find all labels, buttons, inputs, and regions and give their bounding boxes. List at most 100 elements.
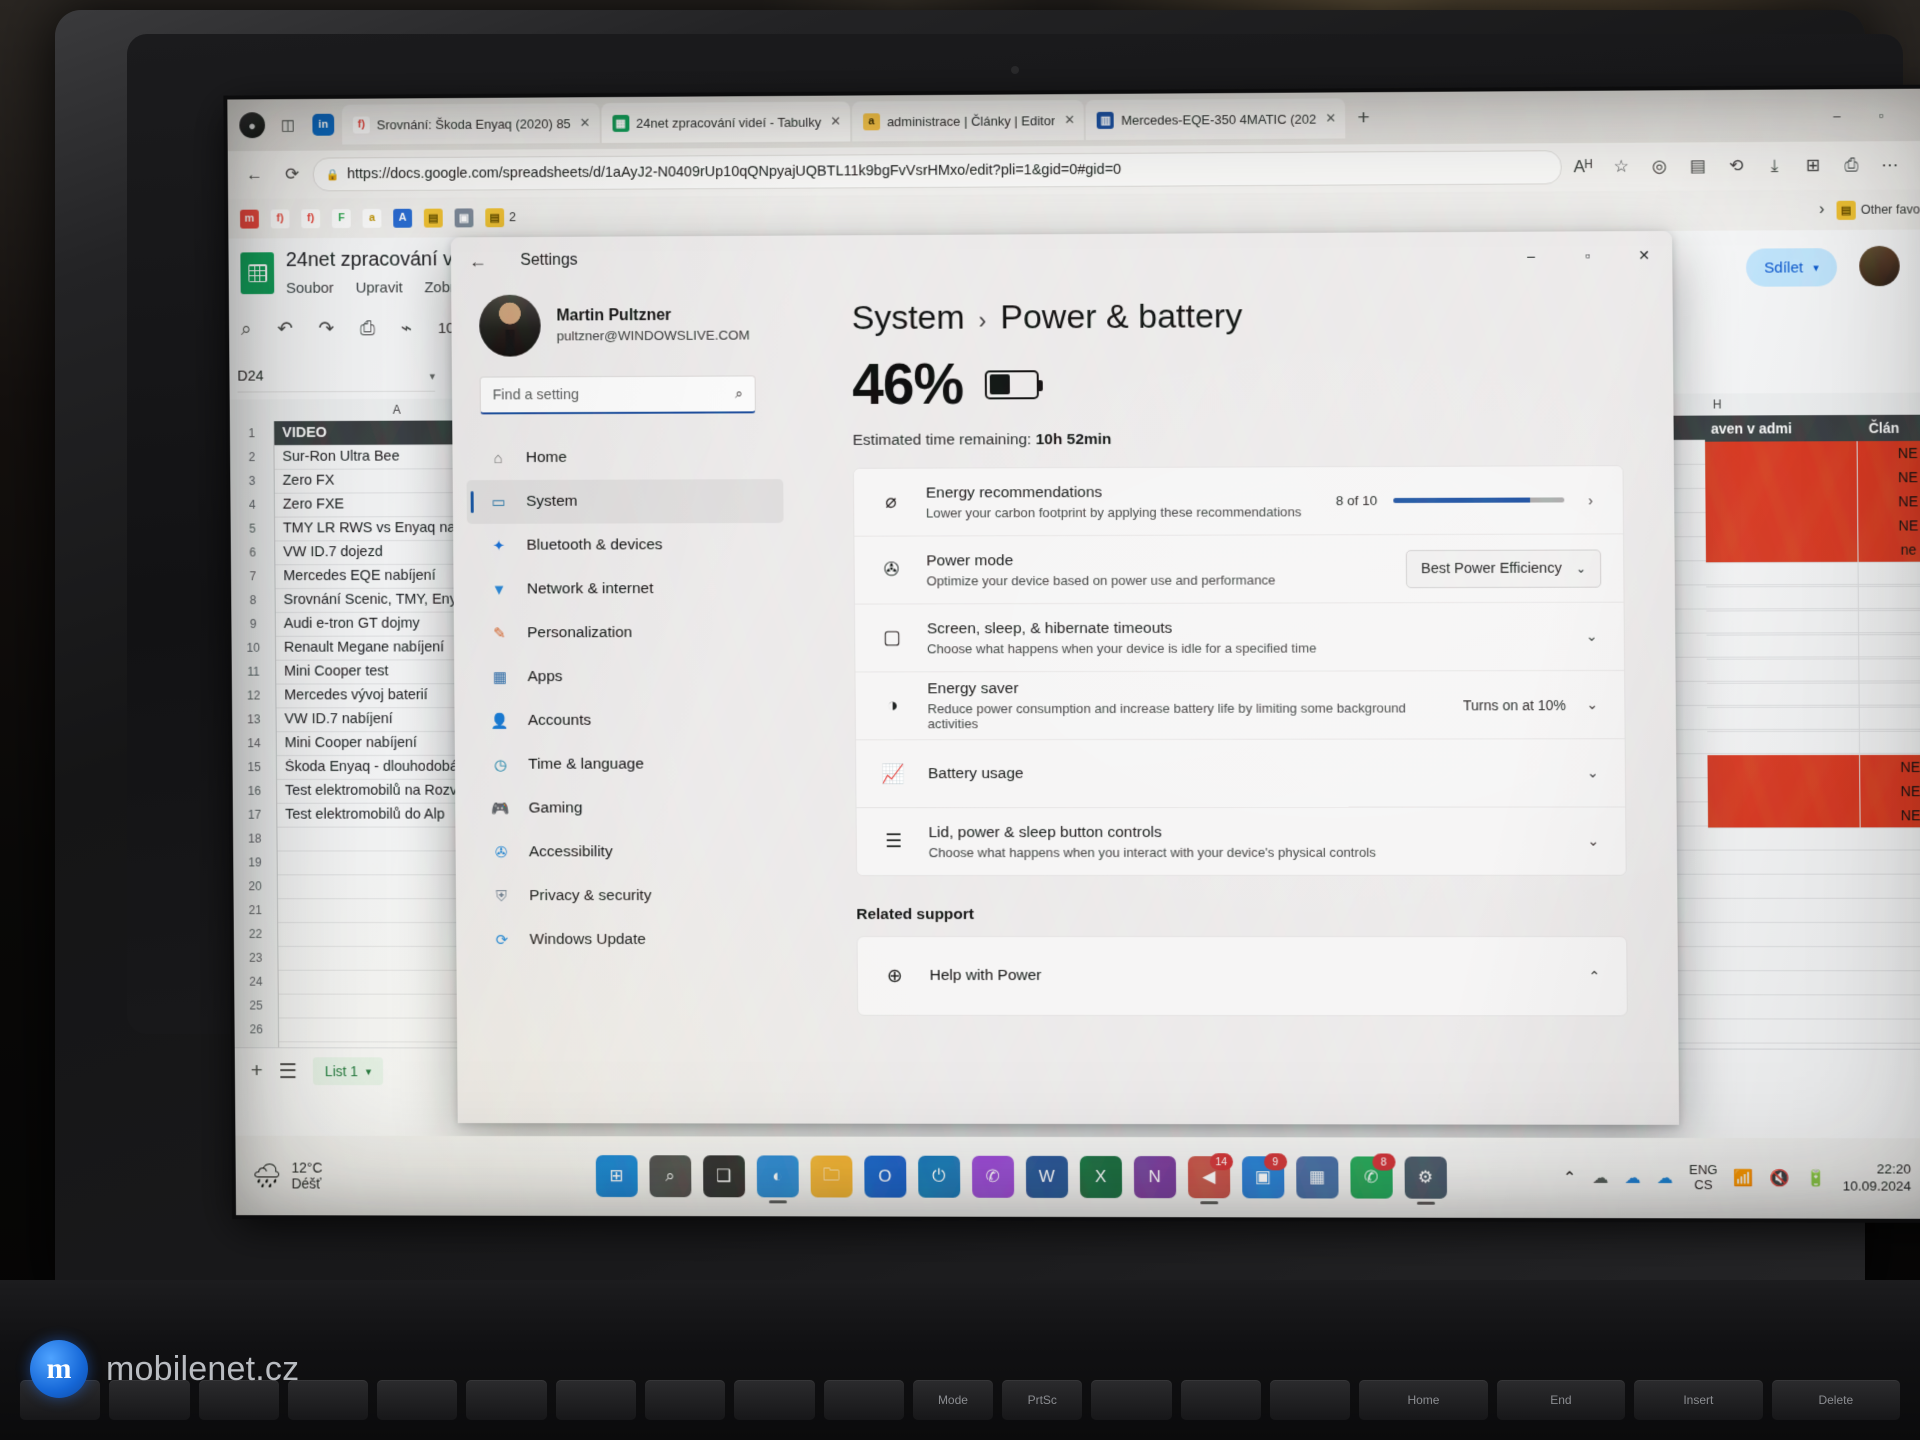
cell-value[interactable] bbox=[1708, 779, 1861, 803]
volume-muted-icon[interactable]: 🔇 bbox=[1770, 1168, 1790, 1188]
cell-value[interactable] bbox=[1706, 586, 1859, 611]
chevron-up-icon[interactable]: ⌃ bbox=[1584, 968, 1604, 985]
url-input[interactable]: 🔒 https://docs.google.com/spreadsheets/d… bbox=[313, 150, 1562, 191]
sidebar-item-home[interactable]: ⌂ Home bbox=[466, 435, 783, 480]
table-row[interactable] bbox=[1706, 586, 1920, 612]
row-number[interactable]: 16 bbox=[233, 779, 278, 803]
status-badge[interactable]: NE bbox=[1858, 465, 1920, 489]
undo-icon[interactable]: ↶ bbox=[277, 318, 293, 341]
setting-row-battery-usage[interactable]: 📈 Battery usage ⌄ bbox=[856, 739, 1625, 808]
table-row[interactable] bbox=[1707, 707, 1920, 733]
search-icon[interactable]: ⌕ bbox=[241, 318, 252, 340]
cell-value[interactable] bbox=[1707, 707, 1860, 731]
browser-tab[interactable]: a administrace | Články | Editor ✕ bbox=[852, 100, 1084, 141]
keyboard-key[interactable]: End bbox=[1497, 1380, 1625, 1420]
language-indicator[interactable]: ENG CS bbox=[1689, 1163, 1718, 1193]
row-number[interactable]: 4 bbox=[230, 493, 275, 517]
table-row[interactable] bbox=[1707, 634, 1920, 660]
help-with-power-row[interactable]: ⊕ Help with Power ⌃ bbox=[857, 936, 1628, 1016]
teams-icon[interactable]: ◀ 14 bbox=[1188, 1156, 1230, 1198]
cell-value[interactable] bbox=[1706, 514, 1859, 539]
messenger-icon[interactable]: ✆ bbox=[972, 1156, 1014, 1198]
whatsapp-icon[interactable]: ✆ 8 bbox=[1350, 1156, 1393, 1198]
more-settings-icon[interactable]: ⋯ bbox=[1872, 148, 1907, 182]
bookmark-icon[interactable]: a bbox=[363, 208, 382, 227]
sidebar-item-bluetooth-devices[interactable]: ✦ Bluetooth & devices bbox=[467, 523, 784, 568]
bookmarks-overflow-icon[interactable]: › bbox=[1819, 201, 1825, 219]
start-button[interactable]: ⊞ bbox=[595, 1155, 637, 1197]
keyboard-key[interactable] bbox=[556, 1380, 636, 1420]
bookmark-icon[interactable]: f) bbox=[301, 209, 320, 228]
bookmark-folder[interactable]: ▤ 2 bbox=[485, 208, 516, 227]
row-number[interactable]: 21 bbox=[234, 898, 279, 922]
sidebar-item-system[interactable]: ▭ System bbox=[467, 479, 784, 524]
copilot-icon[interactable]: ◉ bbox=[1911, 148, 1920, 182]
sidebar-item-privacy-security[interactable]: ⛨ Privacy & security bbox=[470, 874, 787, 918]
favorite-star-icon[interactable]: ☆ bbox=[1604, 150, 1639, 184]
add-sheet-button[interactable]: + bbox=[251, 1059, 263, 1083]
close-button[interactable]: ✕ bbox=[1905, 107, 1920, 123]
power-tool-icon[interactable]: ⏻ bbox=[918, 1156, 960, 1198]
keyboard-key[interactable] bbox=[1091, 1380, 1171, 1420]
setting-row-energy-saver[interactable]: ◑ Energy saver Reduce power consumption an… bbox=[855, 671, 1624, 740]
cell-value[interactable] bbox=[1707, 683, 1860, 707]
account-block[interactable]: Martin Pultzner pultzner@WINDOWSLIVE.COM bbox=[465, 283, 794, 372]
menu-soubor[interactable]: Soubor bbox=[286, 280, 334, 297]
file-explorer-icon[interactable]: 🗀 bbox=[810, 1156, 852, 1198]
status-badge[interactable] bbox=[1860, 707, 1920, 731]
maximize-button[interactable]: ▫ bbox=[1559, 231, 1616, 279]
table-row[interactable] bbox=[1706, 610, 1920, 636]
keyboard-key[interactable] bbox=[1181, 1380, 1261, 1420]
table-row[interactable] bbox=[1707, 682, 1920, 708]
onedrive-outline-icon[interactable]: ☁ bbox=[1592, 1168, 1608, 1188]
browser-tab[interactable]: ▥ Mercedes-EQE-350 4MATIC (202 ✕ bbox=[1086, 98, 1346, 140]
cell-value[interactable] bbox=[1708, 803, 1861, 827]
table-row[interactable]: NE bbox=[1705, 465, 1920, 491]
apps-icon[interactable]: ⊞ bbox=[1796, 149, 1831, 183]
cell-value[interactable] bbox=[1707, 658, 1860, 682]
other-favorites-folder[interactable]: ▤ Other favorites bbox=[1836, 200, 1920, 220]
cell-value[interactable] bbox=[1706, 610, 1859, 634]
row-number[interactable]: 2 bbox=[230, 445, 275, 469]
row-number[interactable]: 15 bbox=[232, 755, 277, 779]
cell-value[interactable] bbox=[1706, 538, 1859, 563]
sheet-tab[interactable]: List 1 ▾ bbox=[313, 1057, 383, 1085]
minimize-button[interactable]: – bbox=[1816, 108, 1859, 123]
onedrive-blue2-icon[interactable]: ☁ bbox=[1657, 1168, 1673, 1188]
read-aloud-icon[interactable]: Aᴴ bbox=[1566, 150, 1601, 184]
table-row[interactable] bbox=[1707, 658, 1920, 684]
status-badge[interactable]: NE bbox=[1860, 755, 1920, 779]
tab-close-icon[interactable]: ✕ bbox=[1064, 112, 1075, 128]
excel-icon[interactable]: X bbox=[1080, 1156, 1122, 1198]
cell-value[interactable] bbox=[1706, 562, 1859, 587]
split-screen-icon[interactable]: ◎ bbox=[1642, 150, 1677, 184]
paint-format-icon[interactable]: ⌁ bbox=[401, 317, 413, 340]
tab-close-icon[interactable]: ✕ bbox=[580, 115, 591, 131]
sidebar-item-windows-update[interactable]: ⟳ Windows Update bbox=[470, 918, 787, 962]
setting-row-screen-sleep-hibernate-timeouts[interactable]: ▢ Screen, sleep, & hibernate timeouts Choo… bbox=[855, 603, 1624, 673]
row-number[interactable]: 26 bbox=[234, 1017, 279, 1041]
bookmark-icon[interactable]: m bbox=[240, 209, 259, 228]
all-sheets-button[interactable]: ☰ bbox=[278, 1059, 297, 1084]
row-number[interactable]: 23 bbox=[234, 946, 279, 970]
column-header-H[interactable]: H bbox=[1713, 393, 1722, 415]
cell-value[interactable] bbox=[1707, 731, 1860, 755]
tab-close-icon[interactable]: ✕ bbox=[1325, 110, 1336, 126]
battery-icon[interactable]: 🔋 bbox=[1806, 1168, 1826, 1188]
status-badge[interactable] bbox=[1859, 586, 1920, 610]
keyboard-key[interactable] bbox=[288, 1380, 368, 1420]
table-row[interactable]: NE bbox=[1708, 803, 1920, 828]
setting-row-lid-power-sleep-button-controls[interactable]: ☰ Lid, power & sleep button controls Choos… bbox=[857, 807, 1626, 875]
clock[interactable]: 22:20 10.09.2024 bbox=[1843, 1161, 1912, 1195]
sidebar-item-apps[interactable]: ▦ Apps bbox=[468, 655, 785, 699]
bookmark-icon[interactable]: A bbox=[393, 208, 412, 227]
calculator-icon[interactable]: ▦ bbox=[1296, 1156, 1338, 1198]
setting-row-power-mode[interactable]: ✇ Power mode Optimize your device based on… bbox=[854, 534, 1623, 604]
chevron-down-icon[interactable]: ⌄ bbox=[1582, 696, 1602, 713]
row-number[interactable]: 25 bbox=[234, 994, 279, 1018]
browser-tab[interactable]: f) Srovnání: Škoda Enyaq (2020) 85 ✕ bbox=[342, 103, 600, 144]
edge-icon[interactable]: ◐ bbox=[756, 1155, 798, 1197]
settings-icon[interactable]: ⚙ bbox=[1404, 1157, 1447, 1199]
keyboard-key[interactable] bbox=[734, 1380, 814, 1420]
onenote-icon[interactable]: N bbox=[1134, 1156, 1176, 1198]
